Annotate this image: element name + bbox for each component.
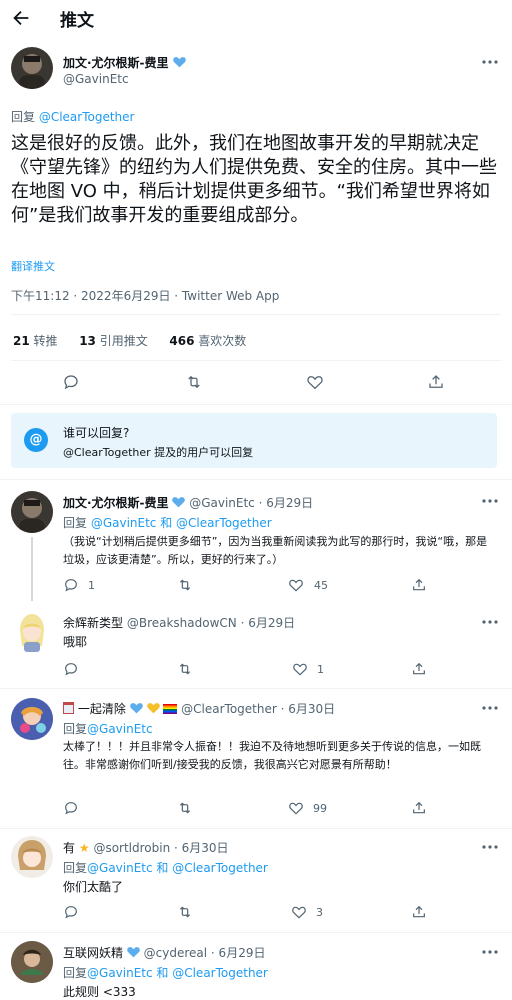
reply-body: 哦耶 [63, 635, 88, 649]
reply-body: 太棒了！！！并且非常令人振奋！！我迫不及待地想听到更多关于传说的信息，一如既往。… [63, 740, 481, 771]
who-can-reply-box: @ 谁可以回复? @ClearTogether 提及的用户可以回复 [11, 413, 497, 468]
back-arrow-icon[interactable] [10, 7, 32, 29]
main-tweet-body: 这是很好的反馈。此外，我们在地图故事开发的早期就决定《守望先锋》的纽约为人们提供… [11, 133, 497, 226]
more-options-icon[interactable] [481, 496, 499, 506]
more-options-icon[interactable] [481, 947, 499, 957]
reply-to-link[interactable]: @GavinEtc [87, 722, 153, 736]
reply-author[interactable]: 互联网妖精 @cydereal · 6月29日 [63, 944, 265, 961]
star-emoji-icon: ★ [78, 841, 90, 855]
reply-body: 此规则 <333 [63, 985, 136, 999]
author-name: 加文·尤尔根斯-费里 [63, 56, 169, 70]
divider [11, 360, 501, 361]
reply-context: 回复@GavinEtc 和 @ClearTogether [63, 966, 268, 980]
translate-tweet-link[interactable]: 翻译推文 [11, 258, 55, 274]
tweet-stats: 21 转推 13 引用推文 466 喜欢次数 [13, 332, 246, 349]
share-icon[interactable] [411, 800, 427, 816]
reply-icon[interactable] [63, 661, 79, 677]
reply-context: 回复 @ClearTogether [11, 110, 135, 124]
divider [11, 314, 501, 315]
like-count: 45 [314, 579, 328, 592]
retweets-stat[interactable]: 21 转推 [13, 334, 58, 348]
like-icon[interactable] [306, 373, 324, 391]
who-can-reply-title: 谁可以回复? [63, 426, 130, 440]
at-sign-icon: @ [24, 428, 48, 452]
share-icon[interactable] [427, 373, 445, 391]
reply-icon[interactable] [62, 373, 80, 391]
divider [0, 404, 512, 405]
share-icon[interactable] [411, 661, 427, 677]
heart-emoji-icon [172, 57, 186, 68]
more-options-icon[interactable] [481, 703, 499, 713]
who-can-reply-text: @ClearTogether 提及的用户可以回复 [63, 446, 254, 459]
reply-to-link[interactable]: @GavinEtc 和 @ClearTogether [91, 516, 272, 530]
divider [0, 688, 512, 689]
reply-icon[interactable] [63, 800, 79, 816]
reply-to-link[interactable]: @GavinEtc 和 @ClearTogether [87, 966, 268, 980]
reply-body: （我说“计划稍后提供更多细节”，因为当我重新阅读我为此写的那行时，我说“哦，那是… [63, 535, 488, 566]
emoji-calendar-icon [63, 702, 74, 714]
retweet-icon[interactable] [177, 577, 193, 593]
retweet-icon[interactable] [177, 800, 193, 816]
quotes-stat[interactable]: 13 引用推文 [79, 334, 148, 348]
likes-stat[interactable]: 466 喜欢次数 [169, 334, 246, 348]
reply-icon[interactable] [63, 577, 79, 593]
reply-icon[interactable] [63, 904, 79, 920]
reply-to-link[interactable]: @ClearTogether [39, 110, 135, 124]
divider [0, 479, 512, 480]
like-count: 99 [313, 802, 327, 815]
retweet-icon[interactable] [177, 661, 193, 677]
reply-context: 回复@GavinEtc [63, 722, 153, 736]
divider [0, 828, 512, 829]
reply-author[interactable]: 一起清除 @ClearTogether · 6月30日 [63, 700, 335, 717]
author-handle[interactable]: @GavinEtc [63, 72, 129, 86]
page-title: 推文 [60, 11, 94, 31]
like-count: 1 [317, 663, 324, 676]
main-tweet-author[interactable]: 加文·尤尔根斯-费里 [63, 54, 186, 71]
rainbow-flag-icon [163, 704, 178, 714]
like-icon[interactable] [288, 577, 304, 593]
top-bar: 推文 [0, 0, 512, 38]
yellow-heart-icon [146, 703, 160, 714]
retweet-icon[interactable] [177, 904, 193, 920]
blue-heart-icon [129, 703, 143, 714]
share-icon[interactable] [411, 904, 427, 920]
reply-body: 你们太酷了 [63, 880, 124, 894]
like-icon[interactable] [291, 904, 307, 920]
more-options-icon[interactable] [481, 617, 499, 627]
avatar-gavin[interactable] [11, 47, 53, 89]
thread-line [31, 537, 33, 601]
avatar-breakshadow[interactable] [14, 612, 50, 654]
avatar-sortldrobin[interactable] [11, 836, 53, 878]
blue-heart-icon [127, 947, 140, 958]
like-icon[interactable] [292, 661, 308, 677]
tweet-timestamp[interactable]: 下午11:12 · 2022年6月29日 · Twitter Web App [11, 287, 279, 304]
more-options-icon[interactable] [481, 842, 499, 852]
share-icon[interactable] [411, 577, 427, 593]
more-options-icon[interactable] [481, 57, 499, 67]
reply-count: 1 [88, 579, 95, 592]
reply-author[interactable]: 有 ★ @sortldrobin · 6月30日 [63, 839, 229, 856]
avatar-gavin[interactable] [11, 491, 53, 533]
divider [0, 932, 512, 933]
like-count: 3 [316, 906, 323, 919]
reply-context: 回复@GavinEtc 和 @ClearTogether [63, 861, 268, 875]
reply-author[interactable]: 余辉新类型 @BreakshadowCN · 6月29日 [63, 614, 295, 631]
reply-to-link[interactable]: @GavinEtc 和 @ClearTogether [87, 861, 268, 875]
heart-emoji-icon [172, 497, 186, 508]
reply-context: 回复 @GavinEtc 和 @ClearTogether [63, 516, 272, 530]
like-icon[interactable] [288, 800, 304, 816]
reply-author[interactable]: 加文·尤尔根斯-费里 @GavinEtc · 6月29日 [63, 494, 313, 511]
avatar-cleartogether[interactable] [11, 698, 53, 740]
retweet-icon[interactable] [185, 373, 203, 391]
avatar-cydereal[interactable] [11, 941, 53, 983]
